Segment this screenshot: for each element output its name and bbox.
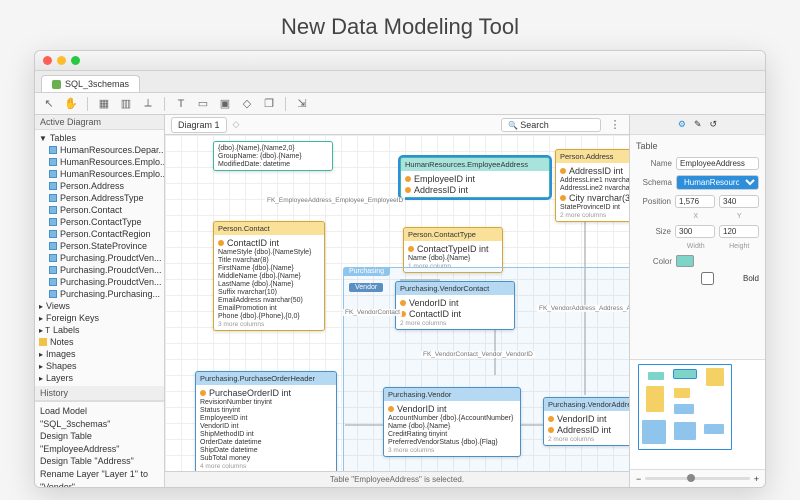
gear-icon[interactable]: ⚙: [678, 119, 686, 130]
inspector-tabs: ⚙ ✎ ↺: [630, 115, 765, 135]
export-icon[interactable]: ⇲: [294, 96, 310, 112]
tree-table-item[interactable]: HumanResources.Depar...: [35, 144, 164, 156]
canvas-area: Diagram 1 ◇ 🔍 Search ⋮ {dbo}.{Name},{Nam…: [165, 115, 629, 487]
history-list[interactable]: Load Model "SQL_3schemas" Design Table "…: [35, 401, 164, 487]
tree-fks[interactable]: ▸ Foreign Keys: [35, 312, 164, 324]
tree-table-item[interactable]: Purchasing.ProudctVen...: [35, 264, 164, 276]
entity-vendor-contact[interactable]: Purchasing.VendorContact VendorID intCon…: [395, 281, 515, 330]
file-tab[interactable]: SQL_3schemas: [41, 75, 140, 92]
tree-table-item[interactable]: Purchasing.ProudctVen...: [35, 276, 164, 288]
layer-icon[interactable]: ❐: [261, 96, 277, 112]
close-icon[interactable]: [43, 56, 52, 65]
pointer-icon[interactable]: ↖: [41, 96, 57, 112]
note-icon: [39, 338, 47, 346]
toolbar: ↖ ✋ ▦ ▥ ⟂ T ▭ ▣ ◇ ❐ ⇲: [35, 93, 765, 115]
sidebar: Active Diagram ▼ Tables HumanResources.D…: [35, 115, 165, 487]
tree-shapes[interactable]: ▸ Shapes: [35, 360, 164, 372]
key-icon: [405, 176, 411, 182]
new-view-icon[interactable]: ▥: [118, 96, 134, 112]
entity-vendor[interactable]: Purchasing.Vendor VendorID intAccountNum…: [383, 387, 521, 457]
tree-images[interactable]: ▸ Images: [35, 348, 164, 360]
fk-label: FK_EmployeeAddress_Employee_EmployeeID: [265, 197, 405, 204]
zoom-out-icon[interactable]: −: [636, 474, 641, 484]
tree-table-item[interactable]: Purchasing.Purchasing...: [35, 288, 164, 300]
active-diagram-header: Active Diagram: [35, 115, 164, 130]
color-swatch[interactable]: [676, 255, 694, 267]
titlebar: [35, 51, 765, 71]
tree-table-item[interactable]: Person.AddressType: [35, 192, 164, 204]
entity-employee-address[interactable]: HumanResources.EmployeeAddress EmployeeI…: [400, 157, 550, 198]
vendor-tag[interactable]: Vendor: [349, 283, 383, 292]
history-header: History: [35, 386, 164, 401]
schema-select[interactable]: HumanResources: [676, 175, 759, 190]
entity[interactable]: {dbo}.{Name},{Name2,0}GroupName: {dbo}.{…: [213, 141, 333, 171]
pos-y-field[interactable]: [719, 195, 759, 208]
group-label: Purchasing: [343, 267, 390, 276]
entity-po-header[interactable]: Purchasing.PurchaseOrderHeader PurchaseO…: [195, 371, 337, 471]
fk-label: FK_VendorContact_Vendor_VendorID: [421, 351, 535, 358]
tree-notes[interactable]: Notes: [35, 336, 164, 348]
tree-table-item[interactable]: HumanResources.Emplo...: [35, 156, 164, 168]
fk-label: FK_VendorAddress_Address_AddressID: [537, 305, 629, 312]
text-icon[interactable]: T: [173, 96, 189, 112]
page-title: New Data Modeling Tool: [0, 0, 800, 50]
fk-label: FK_VendorContact: [343, 309, 402, 316]
entity-address[interactable]: Person.Address AddressID intAddressLine1…: [555, 149, 629, 222]
canvas-toolbar: Diagram 1 ◇ 🔍 Search ⋮: [165, 115, 629, 135]
status-bar: Table "EmployeeAddress" is selected.: [165, 471, 629, 487]
tree-table-item[interactable]: Person.Contact: [35, 204, 164, 216]
file-tab-label: SQL_3schemas: [65, 79, 129, 89]
minimap[interactable]: [630, 359, 765, 469]
file-tabbar: SQL_3schemas: [35, 71, 765, 93]
history-icon[interactable]: ↺: [710, 119, 718, 130]
entity-vendor-address[interactable]: Purchasing.VendorAddress VendorID intAdd…: [543, 397, 629, 446]
image-icon[interactable]: ▣: [217, 96, 233, 112]
brush-icon[interactable]: ✎: [694, 119, 702, 130]
tree-table-item[interactable]: Person.ContactType: [35, 216, 164, 228]
bold-checkbox[interactable]: [676, 272, 739, 285]
new-table-icon[interactable]: ▦: [96, 96, 112, 112]
canvas[interactable]: {dbo}.{Name},{Name2,0}GroupName: {dbo}.{…: [165, 135, 629, 471]
zoom-control[interactable]: − +: [630, 469, 765, 487]
diagram-tab[interactable]: Diagram 1: [171, 117, 227, 133]
tree-views[interactable]: ▸ Views: [35, 300, 164, 312]
height-field[interactable]: [719, 225, 759, 238]
tree-tables[interactable]: ▼ Tables: [35, 132, 164, 144]
inspector: ⚙ ✎ ↺ Table Name SchemaHumanResources Po…: [629, 115, 765, 487]
tree-table-item[interactable]: HumanResources.Emplo...: [35, 168, 164, 180]
tree[interactable]: ▼ Tables HumanResources.Depar... HumanRe…: [35, 130, 164, 386]
pos-x-field[interactable]: [675, 195, 715, 208]
app-window: SQL_3schemas ↖ ✋ ▦ ▥ ⟂ T ▭ ▣ ◇ ❐ ⇲ Activ…: [34, 50, 766, 488]
entity-contact[interactable]: Person.Contact ContactID intNameStyle {d…: [213, 221, 325, 331]
inspector-title: Table: [636, 141, 759, 151]
filter-icon[interactable]: ⋮: [607, 117, 623, 133]
shape-icon[interactable]: ◇: [239, 96, 255, 112]
relation-icon[interactable]: ⟂: [140, 96, 156, 112]
database-icon: [52, 80, 61, 89]
tree-layers[interactable]: ▸ Layers: [35, 372, 164, 384]
tree-table-item[interactable]: Person.StateProvince: [35, 240, 164, 252]
zoom-in-icon[interactable]: +: [754, 474, 759, 484]
name-field[interactable]: [676, 157, 759, 170]
tree-table-item[interactable]: Purchasing.ProudctVen...: [35, 252, 164, 264]
zoom-icon[interactable]: [71, 56, 80, 65]
width-field[interactable]: [675, 225, 715, 238]
note-icon[interactable]: ▭: [195, 96, 211, 112]
tree-table-item[interactable]: Person.Address: [35, 180, 164, 192]
table-icon: [49, 146, 57, 154]
search-input[interactable]: 🔍 Search: [501, 118, 601, 132]
hand-icon[interactable]: ✋: [63, 96, 79, 112]
minimize-icon[interactable]: [57, 56, 66, 65]
tree-labels[interactable]: ▸ T Labels: [35, 324, 164, 336]
tree-table-item[interactable]: Person.ContactRegion: [35, 228, 164, 240]
